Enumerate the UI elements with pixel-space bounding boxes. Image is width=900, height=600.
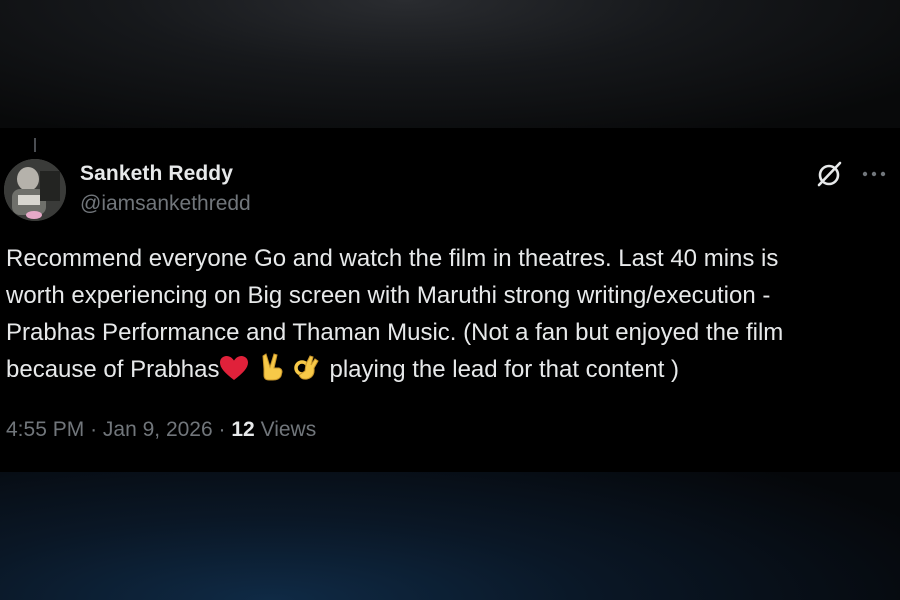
tweet-line: Recommend everyone Go and watch the film… [6, 245, 779, 272]
meta-separator: · [218, 418, 226, 441]
author-name[interactable]: Sanketh Reddy [80, 162, 233, 186]
tweet-line: playing the lead for that content ) [329, 356, 680, 383]
tweet-meta: 4:55 PM · Jan 9, 2026 · 12 Views [6, 418, 316, 442]
background-top [0, 0, 900, 128]
thread-line [34, 138, 36, 152]
grok-icon [817, 161, 842, 187]
avatar-photo-icon [4, 159, 66, 221]
victory-hand-icon [262, 353, 283, 381]
tweet-line: Prabhas Performance and Thaman Music. (N… [6, 319, 784, 346]
grok-button[interactable] [812, 158, 848, 190]
author-handle[interactable]: @iamsankethredd [80, 192, 251, 216]
views-label[interactable]: Views [261, 418, 317, 441]
tweet-text: Recommend everyone Go and watch the film… [6, 240, 896, 388]
background-bottom [0, 472, 900, 600]
tweet-time[interactable]: 4:55 PM [6, 418, 84, 441]
tweet-date[interactable]: Jan 9, 2026 [103, 418, 213, 441]
tweet-card[interactable]: Sanketh Reddy @iamsankethredd Recommend … [0, 128, 900, 472]
avatar[interactable] [4, 159, 66, 221]
tweet-line: worth experiencing on Big screen with Ma… [6, 282, 771, 309]
ok-hand-icon [294, 355, 320, 380]
meta-separator: · [90, 418, 98, 441]
views-count[interactable]: 12 [231, 418, 254, 441]
more-dots-icon [862, 171, 886, 177]
red-heart-icon [220, 356, 249, 380]
tweet-line: because of Prabhas [6, 356, 220, 383]
more-options-button[interactable] [858, 160, 890, 188]
